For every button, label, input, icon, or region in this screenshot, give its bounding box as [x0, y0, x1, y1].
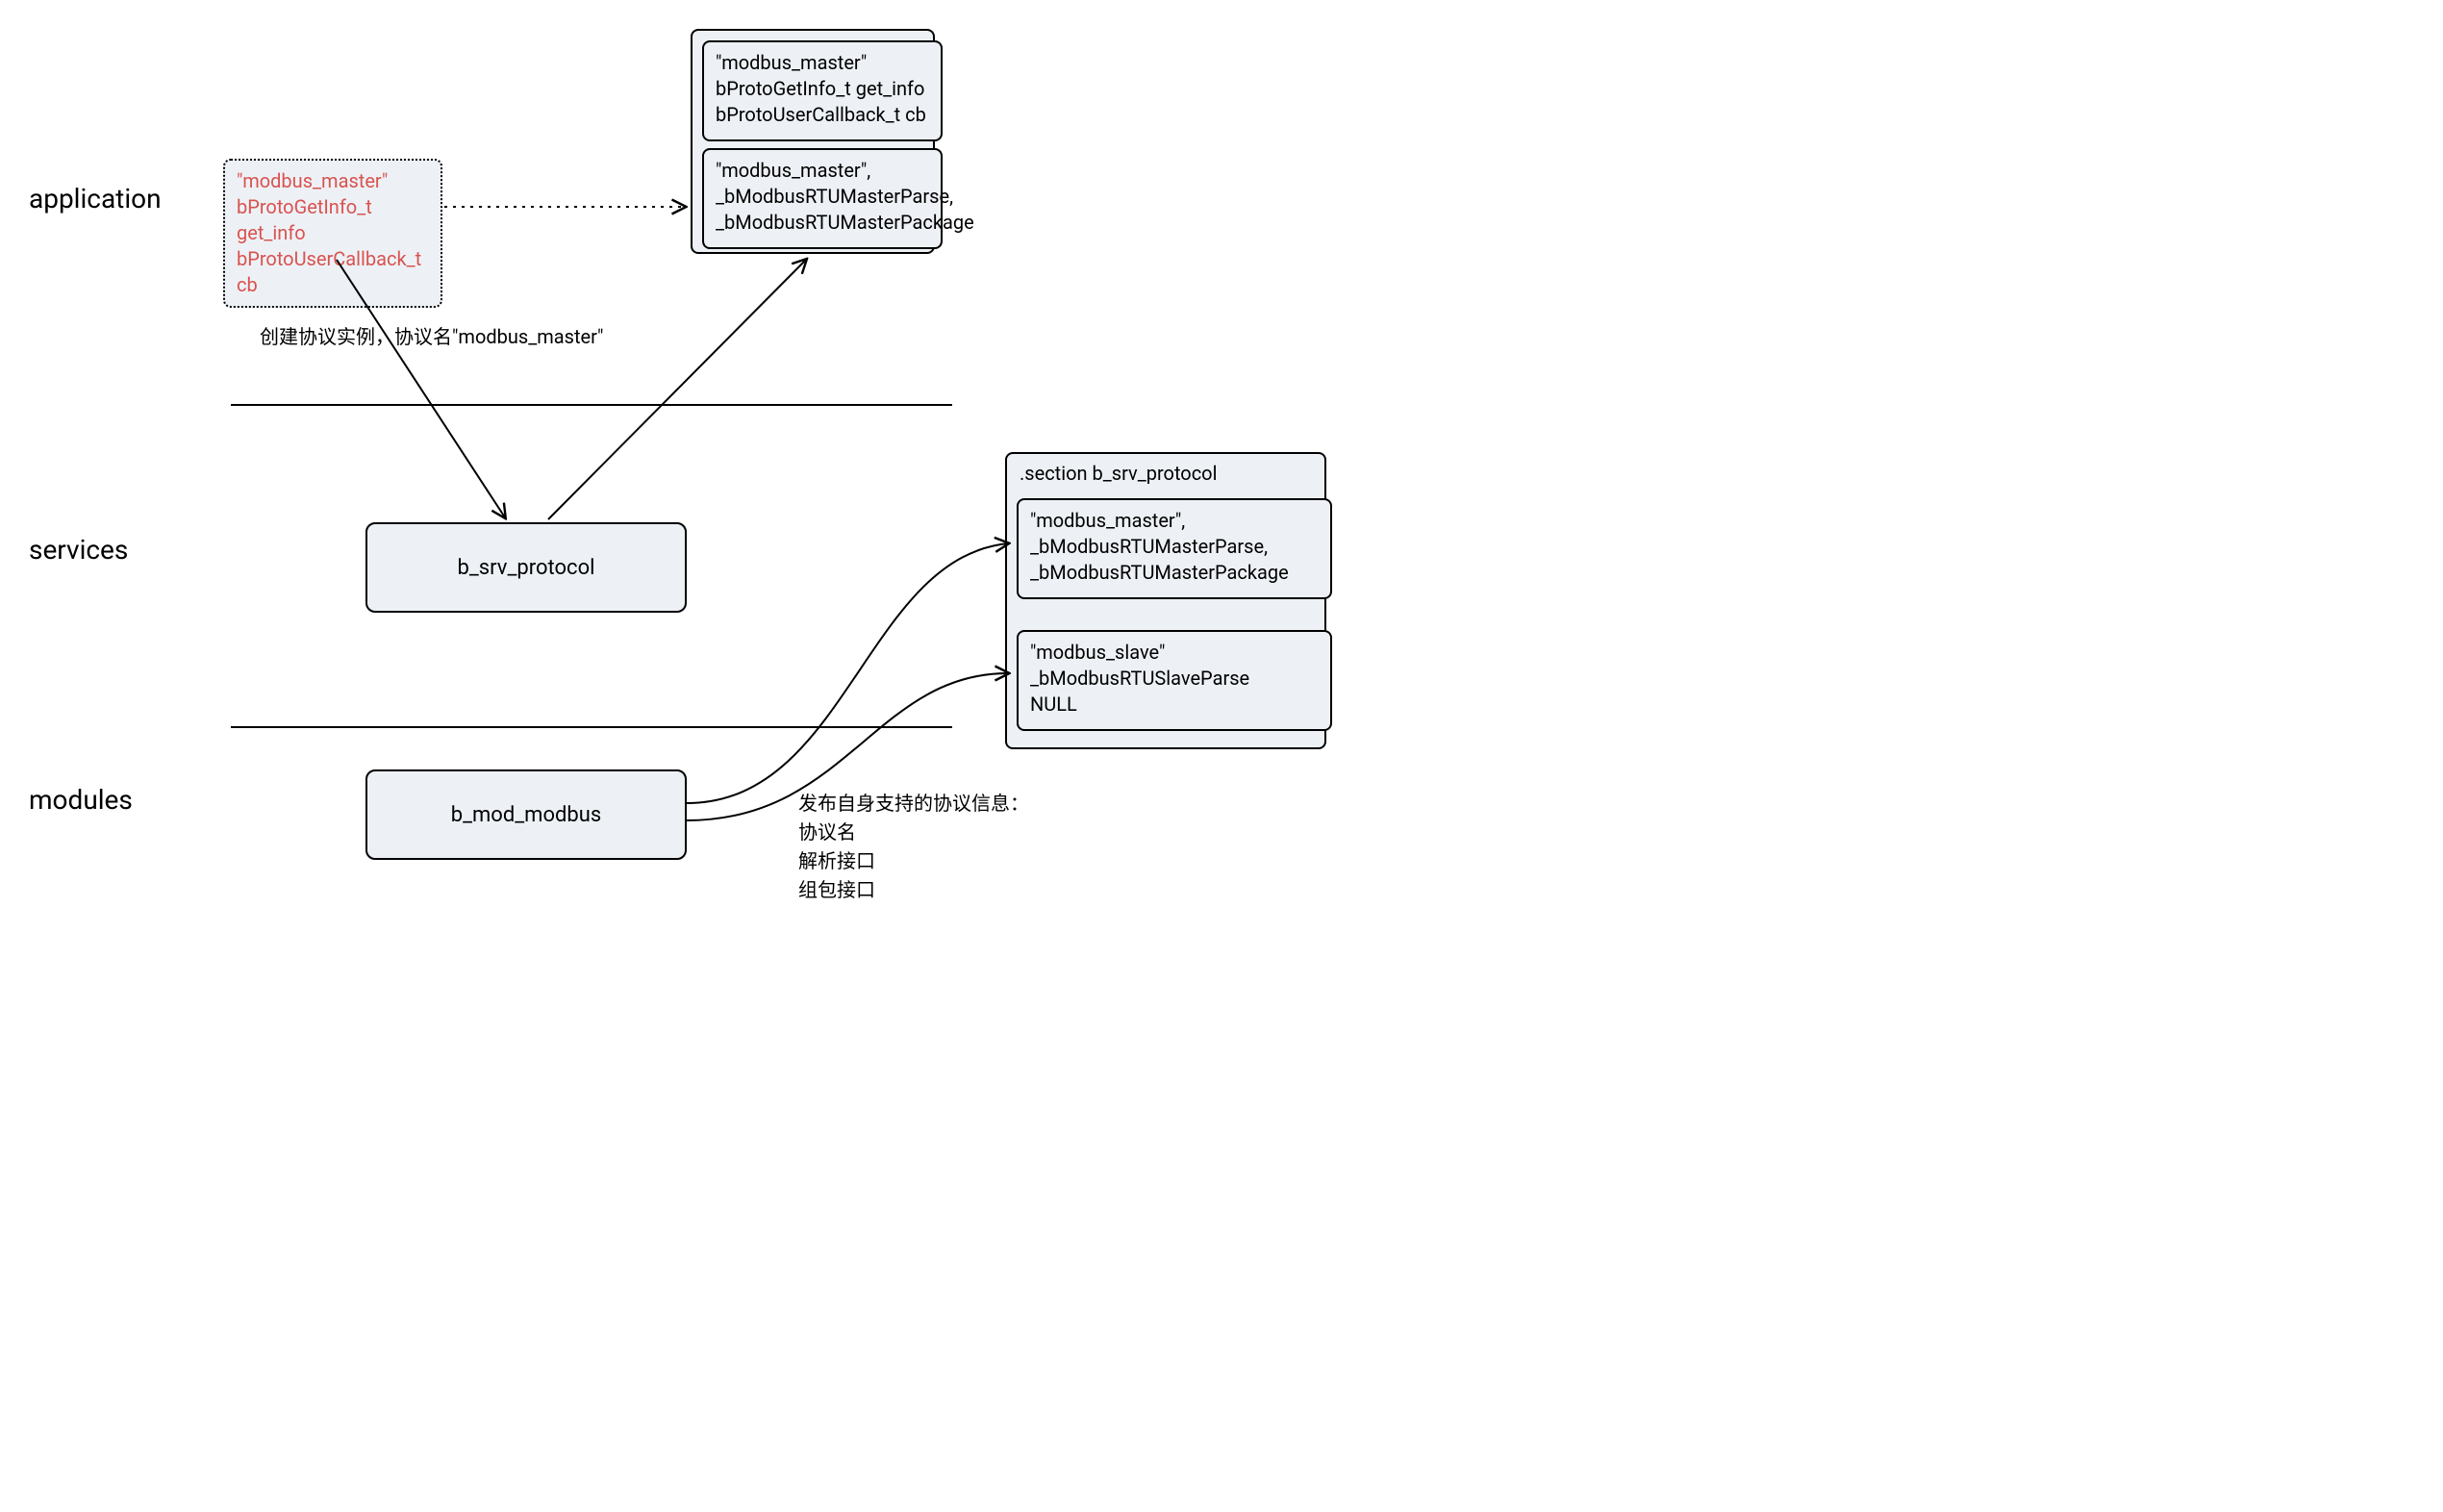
inner-section-slave-l3: NULL: [1030, 692, 1319, 718]
layer-label-application: application: [29, 183, 162, 214]
inner-app-result-1-l2: bProtoGetInfo_t get_info: [716, 76, 929, 102]
layer-label-modules: modules: [29, 784, 133, 816]
inner-section-master-l2: _bModbusRTUMasterParse,: [1030, 534, 1319, 560]
inner-app-result-1: "modbus_master" bProtoGetInfo_t get_info…: [702, 40, 943, 141]
arrow-mod-to-master: [687, 543, 1008, 803]
note-create-instance: 创建协议实例，协议名"modbus_master": [260, 322, 603, 351]
box-b-srv-protocol-label: b_srv_protocol: [458, 556, 595, 580]
inner-section-master-l3: _bModbusRTUMasterPackage: [1030, 560, 1319, 586]
box-b-srv-protocol: b_srv_protocol: [365, 522, 687, 613]
panel-section-title: .section b_srv_protocol: [1020, 462, 1217, 485]
dashed-line3: bProtoUserCallback_t cb: [237, 246, 429, 298]
inner-app-result-2-l2: _bModbusRTUMasterParse,: [716, 184, 929, 210]
dashed-line1: "modbus_master": [237, 168, 429, 194]
inner-app-result-2: "modbus_master", _bModbusRTUMasterParse,…: [702, 148, 943, 249]
inner-section-master-l1: "modbus_master",: [1030, 508, 1319, 534]
layer-label-services: services: [29, 534, 128, 566]
note-publish-info: 发布自身支持的协议信息： 协议名 解析接口 组包接口: [798, 789, 1029, 904]
inner-app-result-1-l1: "modbus_master": [716, 50, 929, 76]
dashed-line2: bProtoGetInfo_t get_info: [237, 194, 429, 246]
box-b-mod-modbus: b_mod_modbus: [365, 769, 687, 860]
inner-section-slave: "modbus_slave" _bModbusRTUSlaveParse NUL…: [1017, 630, 1332, 731]
box-b-mod-modbus-label: b_mod_modbus: [451, 803, 602, 827]
divider-app-services: [231, 404, 952, 406]
inner-app-result-2-l3: _bModbusRTUMasterPackage: [716, 210, 929, 236]
inner-section-master: "modbus_master", _bModbusRTUMasterParse,…: [1017, 498, 1332, 599]
divider-services-modules: [231, 726, 952, 728]
dashed-proto-request: "modbus_master" bProtoGetInfo_t get_info…: [223, 159, 442, 308]
arrow-srv-to-result: [548, 260, 806, 519]
inner-app-result-2-l1: "modbus_master",: [716, 158, 929, 184]
inner-section-slave-l1: "modbus_slave": [1030, 640, 1319, 666]
inner-section-slave-l2: _bModbusRTUSlaveParse: [1030, 666, 1319, 692]
inner-app-result-1-l3: bProtoUserCallback_t cb: [716, 102, 929, 128]
